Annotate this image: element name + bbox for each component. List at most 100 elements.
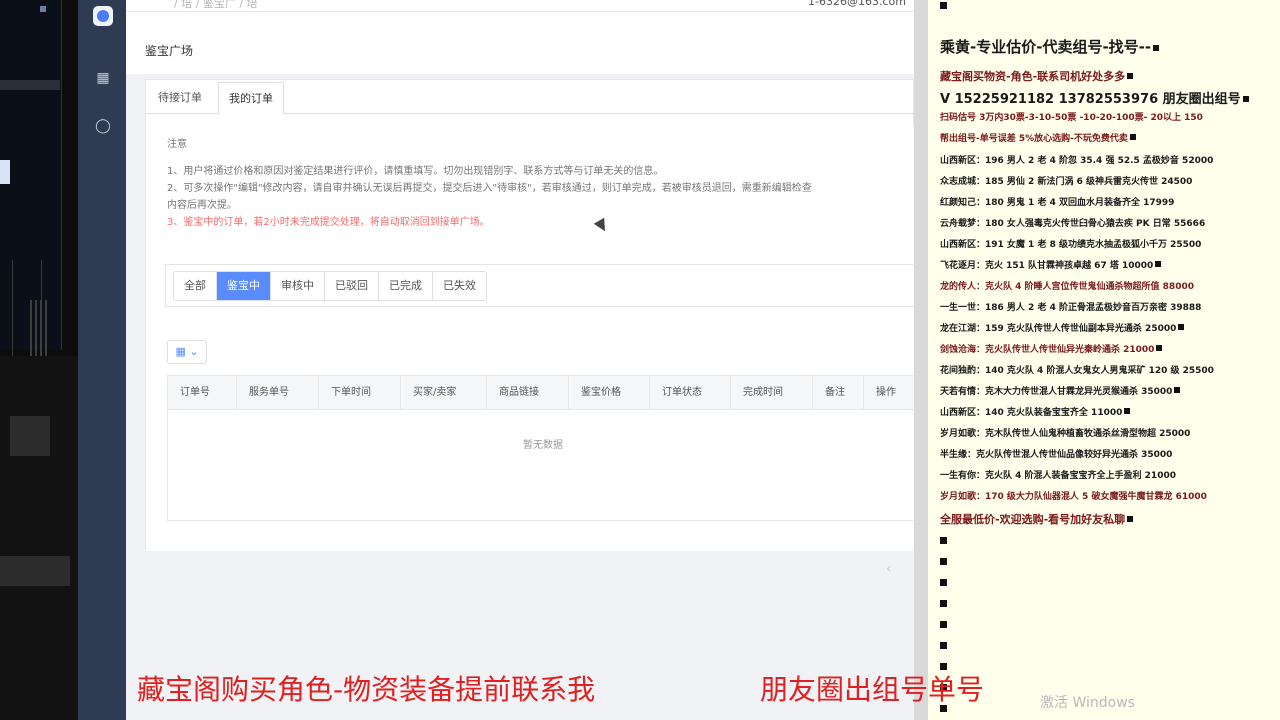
bullet-square — [1127, 73, 1134, 79]
table-header: 订单号 服务单号 下单时间 买家/卖家 商品链接 鉴宝价格 订单状态 完成时间 … — [168, 376, 918, 410]
bullet-square — [1153, 45, 1160, 51]
top-bar: / 培 / 鉴宝广 / 培 1-6326@163.com — [126, 0, 914, 12]
user-icon[interactable]: ◯ — [93, 118, 113, 134]
desktop-tile — [0, 356, 78, 720]
bullet-square — [1129, 134, 1136, 140]
notice-heading: 注意 — [167, 139, 187, 150]
browser-page: ▦ ◯ / 培 / 鉴宝广 / 培 1-6326@163.com 鉴宝广场 待接… — [78, 0, 918, 720]
overlay-caption-left: 藏宝阁购买角色-物资装备提前联系我 — [137, 673, 596, 706]
tab-bar: 待接订单 我的订单 — [146, 80, 915, 115]
info-line: 藏宝阁买物资-角色-联系司机好处多多 — [940, 68, 1134, 84]
info-line: 全服最低价-欢迎选购-看号加好友私聊 — [940, 511, 1134, 527]
notice-line-2: 2、可多次操作"编辑"修改内容，请自审并确认无误后再提交，提交后进入"待审核"，… — [167, 183, 812, 194]
overlay-caption-right: 朋友圈出组号单号 — [760, 673, 985, 706]
info-line: 帮出组号-单号误差 5%放心选购-不玩免费代卖 — [940, 131, 1136, 144]
page-title: 鉴宝广场 — [145, 44, 194, 58]
bullet-square — [940, 2, 947, 9]
info-line: 花间独酌：140 克火队 4 阶混人女鬼女人男鬼采矿 120 级 25500 — [940, 366, 1214, 376]
window-shape — [0, 160, 10, 184]
status-filter: 全部 鉴宝中 审核中 已驳回 已完成 已失效 — [173, 271, 487, 301]
bullet-square — [1242, 96, 1249, 102]
background-window — [0, 0, 62, 360]
side-nav: ▦ ◯ — [78, 0, 126, 720]
column-header[interactable]: 下单时间 — [319, 376, 401, 410]
filter-in-appraisal[interactable]: 鉴宝中 — [217, 272, 271, 300]
info-panel: 乘黄-专业估价-代卖组号-找号-- 藏宝阁买物资-角色-联系司机好处多多 V 1… — [914, 0, 1280, 720]
empty-state: 暂无数据 — [523, 440, 563, 451]
bullet-square — [1124, 408, 1131, 414]
windows-watermark: 激活 Windows — [1040, 695, 1135, 711]
bullet-square — [940, 558, 947, 565]
bullet-square — [1127, 516, 1134, 522]
bullet-square — [1155, 261, 1162, 267]
bullet-square — [940, 621, 947, 628]
bullet-square — [940, 579, 947, 586]
info-line: 一生有你：克火队 4 阶混人装备宝宝齐全上手盈利 21000 — [940, 471, 1176, 481]
desktop-block — [10, 416, 50, 456]
tab-my-orders[interactable]: 我的订单 — [218, 82, 284, 115]
desktop-block — [0, 556, 70, 586]
info-line: 龙在江湖：159 克火队传世人传世仙副本异光通杀 25000 — [940, 321, 1185, 334]
info-line: 剑蚀沧海：克火队传世人传世仙异光秦岭通杀 21000 — [940, 342, 1163, 355]
filter-under-review[interactable]: 审核中 — [271, 272, 325, 300]
filter-expired[interactable]: 已失效 — [433, 272, 486, 300]
orders-card: 待接订单 我的订单 注意 1、用户将通过价格和原因对鉴定结果进行评价，请慎重填写… — [145, 79, 918, 577]
column-header[interactable]: 操作 — [864, 376, 918, 410]
grid-icon: ▦ — [175, 345, 186, 358]
column-header[interactable]: 商品链接 — [487, 376, 569, 410]
filter-rejected[interactable]: 已驳回 — [325, 272, 379, 300]
info-line: 云舟载梦：180 女人强毒克火传世臼骨心猿去疾 PK 日常 55666 — [940, 219, 1206, 229]
info-line: 飞花逐月：克火 151 队甘霖神孩卓越 67 塔 10000 — [940, 258, 1162, 271]
desktop-background — [0, 0, 78, 720]
window-bar — [0, 80, 60, 90]
building-icon[interactable]: ▦ — [93, 70, 113, 86]
info-line: 众志成城：185 男仙 2 新法门涡 6 级神兵雷克火传世 24500 — [940, 177, 1193, 187]
app-logo[interactable] — [93, 6, 113, 26]
page-header: 鉴宝广场 — [126, 12, 914, 74]
window-dot — [40, 6, 46, 12]
bullet-square — [940, 537, 947, 544]
info-title: 乘黄-专业估价-代卖组号-找号-- — [940, 36, 1160, 57]
breadcrumb: / 培 / 鉴宝广 / 培 — [174, 0, 258, 10]
info-line: 红颜知己：180 男鬼 1 老 4 双回血水月装备齐全 17999 — [940, 198, 1175, 208]
notice-line-2b: 内容后再次提。 — [167, 200, 237, 211]
column-header[interactable]: 完成时间 — [731, 376, 813, 410]
tab-panel: 注意 1、用户将通过价格和原因对鉴定结果进行评价，请慎重填写。切勿出现错别字、联… — [146, 126, 918, 577]
bullet-square — [1178, 324, 1185, 330]
info-line: 山西新区：140 克火队装备宝宝齐全 11000 — [940, 405, 1131, 418]
bullet-square — [940, 600, 947, 607]
screen: ▦ ◯ / 培 / 鉴宝广 / 培 1-6326@163.com 鉴宝广场 待接… — [0, 0, 1280, 720]
column-header[interactable]: 订单号 — [168, 376, 237, 410]
filter-all[interactable]: 全部 — [174, 272, 217, 300]
info-line: 一生一世：186 男人 2 老 4 阶正骨混孟极妙音百万亲密 39888 — [940, 303, 1202, 313]
pager-prev-icon[interactable]: ‹ — [886, 561, 892, 577]
info-line: 扫码估号 3万内30票-3-10-50票 -10-20-100票- 20以上 1… — [940, 113, 1203, 123]
chevron-down-icon: ⌄ — [189, 345, 199, 358]
orders-table: 订单号 服务单号 下单时间 买家/卖家 商品链接 鉴宝价格 订单状态 完成时间 … — [167, 375, 918, 521]
notice-line-1: 1、用户将通过价格和原因对鉴定结果进行评价，请慎重填写。切勿出现错别字、联系方式… — [167, 166, 664, 177]
filter-completed[interactable]: 已完成 — [379, 272, 433, 300]
user-email[interactable]: 1-6326@163.com — [808, 0, 906, 8]
column-header[interactable]: 鉴宝价格 — [569, 376, 650, 410]
info-line: V 15225921182 13782553976 朋友圈出组号 — [940, 88, 1249, 107]
info-line: 岁月如歌：170 级大力队仙器混人 5 破女魔强牛魔甘霖龙 61000 — [940, 492, 1207, 502]
column-header[interactable]: 订单状态 — [650, 376, 731, 410]
info-line: 岁月如歌：克木队传世人仙鬼种植畜牧通杀丝滑型物超 25000 — [940, 429, 1191, 439]
main-content: 鉴宝广场 待接订单 我的订单 注意 1、用户将通过价格和原因对鉴定结果进行评价，… — [126, 12, 918, 720]
bullet-square — [940, 642, 947, 649]
bullet-square — [1174, 387, 1181, 393]
chart-bars — [30, 300, 50, 360]
column-header[interactable]: 买家/卖家 — [401, 376, 487, 410]
info-line: 山西新区：191 女魔 1 老 8 级功绩克水抽孟极狐小千万 25500 — [940, 240, 1202, 250]
column-settings-button[interactable]: ▦ ⌄ — [167, 340, 207, 364]
column-header[interactable]: 备注 — [813, 376, 864, 410]
info-line: 半生缘：克火队传世混人传世仙品像较好异光通杀 35000 — [940, 450, 1173, 460]
bullet-square — [1156, 345, 1163, 351]
notice-box: 注意 1、用户将通过价格和原因对鉴定结果进行评价，请慎重填写。切勿出现错别字、联… — [167, 136, 917, 231]
info-line: 天若有情：克木大力传世混人甘霖龙异光灵猴通杀 35000 — [940, 384, 1181, 397]
notice-line-3: 3、鉴宝中的订单，若2小时未完成提交处理，将自动取消回到接单广场。 — [167, 217, 490, 228]
tab-pending-orders[interactable]: 待接订单 — [148, 82, 212, 115]
info-line: 山西新区：196 男人 2 老 4 阶忽 35.4 强 52.5 孟极妙音 52… — [940, 156, 1214, 166]
info-line: 龙的传人：克火队 4 阶睡人宫位传世鬼仙通杀物超所值 88000 — [940, 282, 1194, 292]
column-header[interactable]: 服务单号 — [237, 376, 319, 410]
